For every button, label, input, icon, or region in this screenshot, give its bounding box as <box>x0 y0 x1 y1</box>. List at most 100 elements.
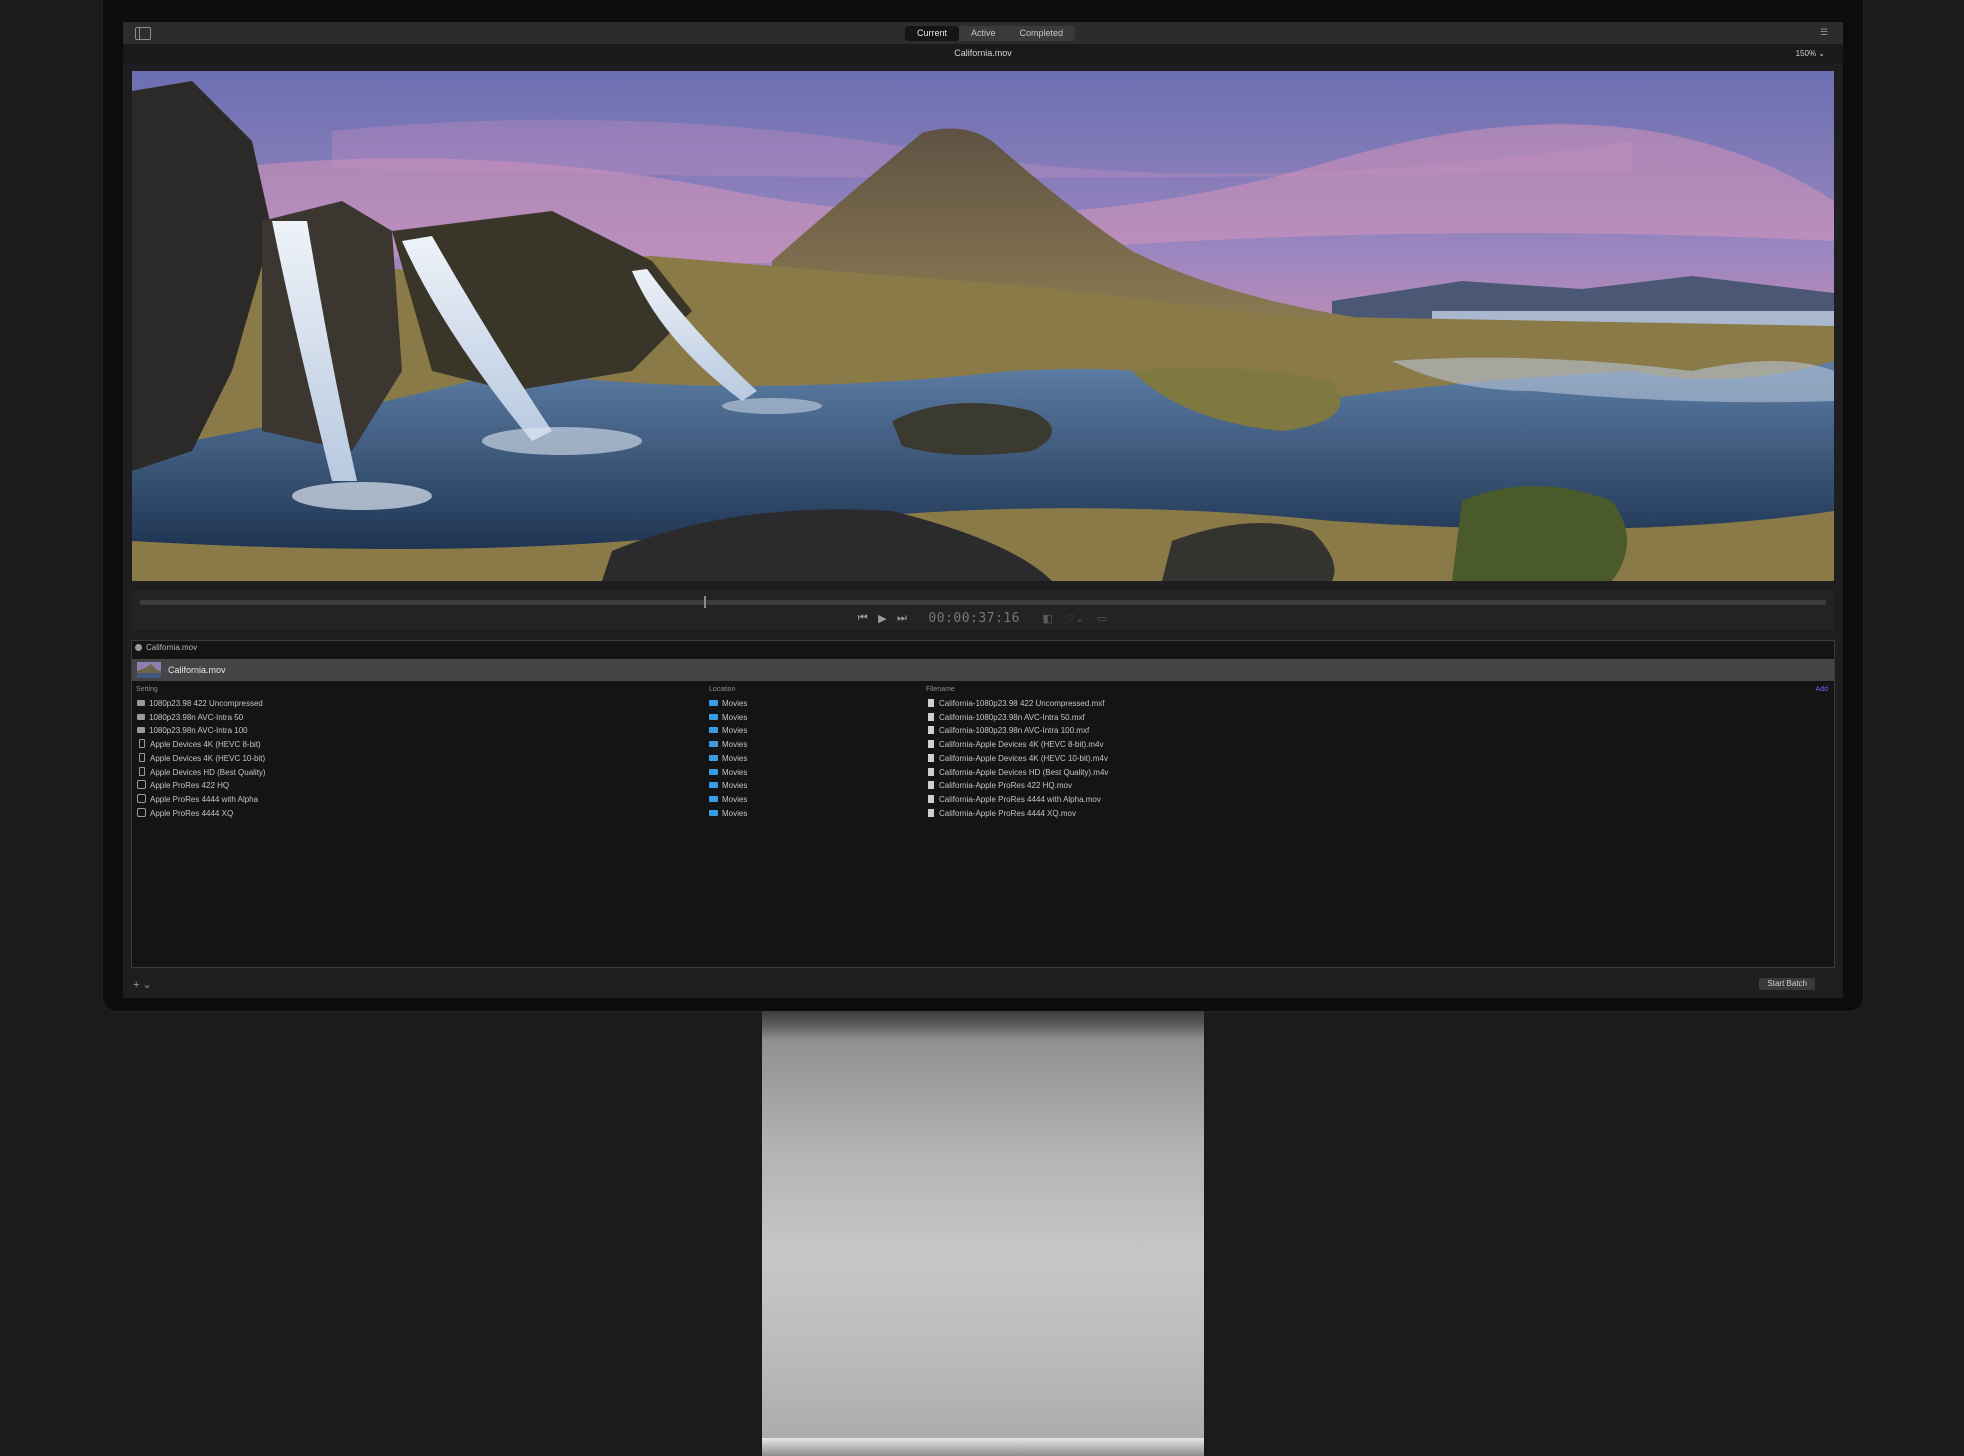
filename-cell[interactable]: California-Apple Devices 4K (HEVC 8-bit)… <box>928 739 1104 750</box>
filename-label: California-1080p23.98 422 Uncompressed.m… <box>939 699 1105 708</box>
job-row[interactable]: California.mov <box>132 659 1834 681</box>
setting-label: Apple ProRes 4444 with Alpha <box>150 794 259 804</box>
inspector-icon[interactable]: ☰ <box>1817 27 1831 38</box>
setting-cell[interactable]: Apple ProRes 4444 XQ <box>137 807 233 819</box>
prores-icon <box>137 780 146 790</box>
filename-label: California-Apple ProRes 4444 XQ.mov <box>939 808 1076 818</box>
batch-panel: California.mov California.mov Setting Lo… <box>131 640 1835 968</box>
column-header-setting[interactable]: Setting <box>136 686 158 693</box>
device-icon <box>139 766 145 776</box>
setting-cell[interactable]: Apple Devices HD (Best Quality) <box>137 766 266 778</box>
timecode: 00:00:37:16 <box>928 611 1020 627</box>
document-icon <box>928 781 934 790</box>
location-cell[interactable]: Movies <box>709 767 747 778</box>
setting-cell[interactable]: Apple Devices 4K (HEVC 10-bit) <box>137 752 266 764</box>
file-title: California.mov <box>954 48 1012 58</box>
film-icon <box>137 700 145 706</box>
playhead[interactable] <box>704 596 706 608</box>
setting-label: 1080p23.98n AVC-Intra 100 <box>149 726 248 736</box>
filename-cell[interactable]: California-1080p23.98 422 Uncompressed.m… <box>928 698 1104 709</box>
batch-icon <box>135 644 142 651</box>
marker-icon[interactable]: ◧ <box>1042 612 1052 625</box>
play-icon[interactable]: ▶ <box>878 612 886 625</box>
prores-icon <box>137 807 146 817</box>
location-label: Movies <box>722 753 748 763</box>
monitor-stand <box>762 1011 1204 1456</box>
skip-back-icon[interactable]: ⏮ <box>858 612 868 625</box>
location-cell[interactable]: Movies <box>709 780 747 791</box>
filename-label: California-1080p23.98n AVC-Intra 50.mxf <box>939 712 1085 722</box>
start-batch-button[interactable]: Start Batch <box>1759 978 1815 990</box>
film-icon <box>137 727 145 734</box>
document-icon <box>928 753 934 762</box>
location-label: Movies <box>722 740 748 750</box>
folder-icon <box>709 782 718 789</box>
filename-cell[interactable]: California-Apple ProRes 4444 XQ.mov <box>928 808 1076 819</box>
folder-icon <box>709 809 718 816</box>
filename-label: California-Apple ProRes 4444 with Alpha.… <box>939 794 1101 804</box>
location-label: Movies <box>722 726 748 736</box>
add-output-link[interactable]: Add <box>1816 686 1828 693</box>
setting-label: Apple Devices HD (Best Quality) <box>150 767 266 777</box>
compressor-window: Current Active Completed ☰ California.mo… <box>123 22 1843 998</box>
file-bar: California.mov 150% ⌄ <box>123 44 1843 64</box>
batch-header: California.mov <box>135 643 197 652</box>
zoom-menu[interactable]: 150% ⌄ <box>1796 49 1825 58</box>
setting-label: 1080p23.98 422 Uncompressed <box>149 699 263 708</box>
filename-cell[interactable]: California-Apple ProRes 422 HQ.mov <box>928 780 1072 791</box>
filename-cell[interactable]: California-1080p23.98n AVC-Intra 50.mxf <box>928 712 1085 723</box>
timeline-scrubber[interactable] <box>140 600 1826 605</box>
document-icon <box>928 808 934 817</box>
location-cell[interactable]: Movies <box>709 712 747 723</box>
tab-current[interactable]: Current <box>905 26 960 41</box>
sidebar-toggle-icon[interactable] <box>135 27 151 40</box>
setting-cell[interactable]: 1080p23.98n AVC-Intra 50 <box>137 712 243 723</box>
location-cell[interactable]: Movies <box>709 794 747 805</box>
prores-icon <box>137 793 146 803</box>
setting-cell[interactable]: 1080p23.98 422 Uncompressed <box>137 698 263 709</box>
view-segmented-control: Current Active Completed <box>905 26 1076 41</box>
tab-active[interactable]: Active <box>959 26 1008 41</box>
document-icon <box>928 740 934 749</box>
filename-label: California-Apple Devices 4K (HEVC 10-bit… <box>939 753 1108 763</box>
filename-cell[interactable]: California-Apple Devices HD (Best Qualit… <box>928 767 1108 778</box>
location-cell[interactable]: Movies <box>709 725 747 736</box>
overlay-icon[interactable]: ▭ <box>1097 612 1107 625</box>
filename-label: California-Apple Devices HD (Best Qualit… <box>939 767 1109 777</box>
document-icon <box>928 794 934 803</box>
setting-cell[interactable]: 1080p23.98n AVC-Intra 100 <box>137 725 248 736</box>
location-cell[interactable]: Movies <box>709 808 747 819</box>
stand-shadow <box>762 1011 1204 1041</box>
folder-icon <box>709 754 718 761</box>
skip-forward-icon[interactable]: ⏭ <box>897 612 907 625</box>
add-batch-menu[interactable]: + ⌄ <box>133 978 152 991</box>
location-cell[interactable]: Movies <box>709 753 747 764</box>
filename-label: California-Apple Devices 4K (HEVC 8-bit)… <box>939 740 1104 750</box>
location-cell[interactable]: Movies <box>709 698 747 709</box>
setting-cell[interactable]: Apple Devices 4K (HEVC 8-bit) <box>137 739 261 750</box>
setting-cell[interactable]: Apple ProRes 422 HQ <box>137 780 229 791</box>
monitor: Current Active Completed ☰ California.mo… <box>103 0 1863 1011</box>
title-bar: Current Active Completed ☰ <box>123 22 1843 45</box>
location-label: Movies <box>722 699 748 708</box>
location-label: Movies <box>722 767 748 777</box>
stand-edge <box>762 1438 1204 1456</box>
filename-cell[interactable]: California-Apple ProRes 4444 with Alpha.… <box>928 794 1101 805</box>
video-viewer <box>132 71 1834 581</box>
heart-icon[interactable]: ♡⌄ <box>1065 612 1084 625</box>
folder-icon <box>709 741 718 748</box>
folder-icon <box>709 727 718 734</box>
folder-icon <box>709 713 718 720</box>
job-thumbnail <box>137 662 161 678</box>
column-header-filename[interactable]: Filename <box>926 686 955 693</box>
column-header-location[interactable]: Location <box>709 686 735 693</box>
device-icon <box>139 752 145 762</box>
location-label: Movies <box>722 781 748 791</box>
setting-cell[interactable]: Apple ProRes 4444 with Alpha <box>137 793 259 805</box>
document-icon <box>928 767 934 776</box>
location-cell[interactable]: Movies <box>709 739 747 750</box>
setting-label: Apple Devices 4K (HEVC 10-bit) <box>150 753 266 763</box>
filename-cell[interactable]: California-1080p23.98n AVC-Intra 100.mxf <box>928 725 1089 736</box>
tab-completed[interactable]: Completed <box>1008 26 1076 41</box>
filename-cell[interactable]: California-Apple Devices 4K (HEVC 10-bit… <box>928 753 1108 764</box>
